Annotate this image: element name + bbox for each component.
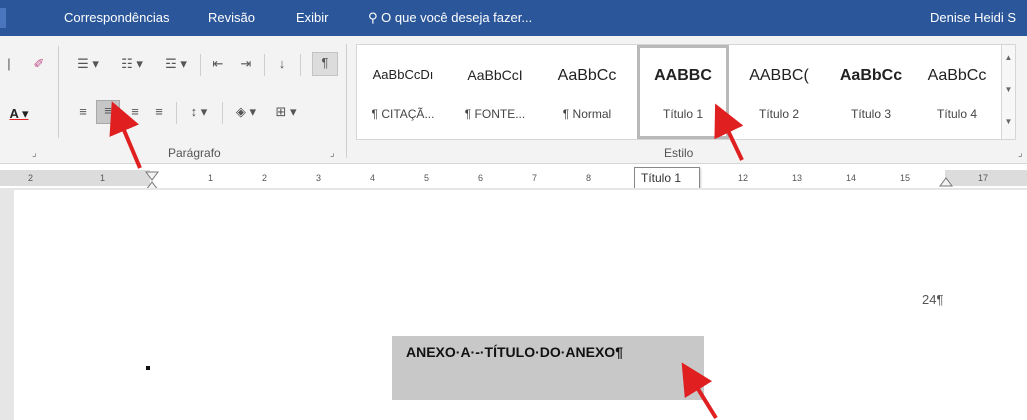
arrow-titulo-1-style bbox=[714, 103, 744, 161]
arrow-annex-heading bbox=[681, 362, 718, 420]
arrow-align-center bbox=[109, 101, 142, 169]
annotation-arrows bbox=[109, 101, 744, 420]
